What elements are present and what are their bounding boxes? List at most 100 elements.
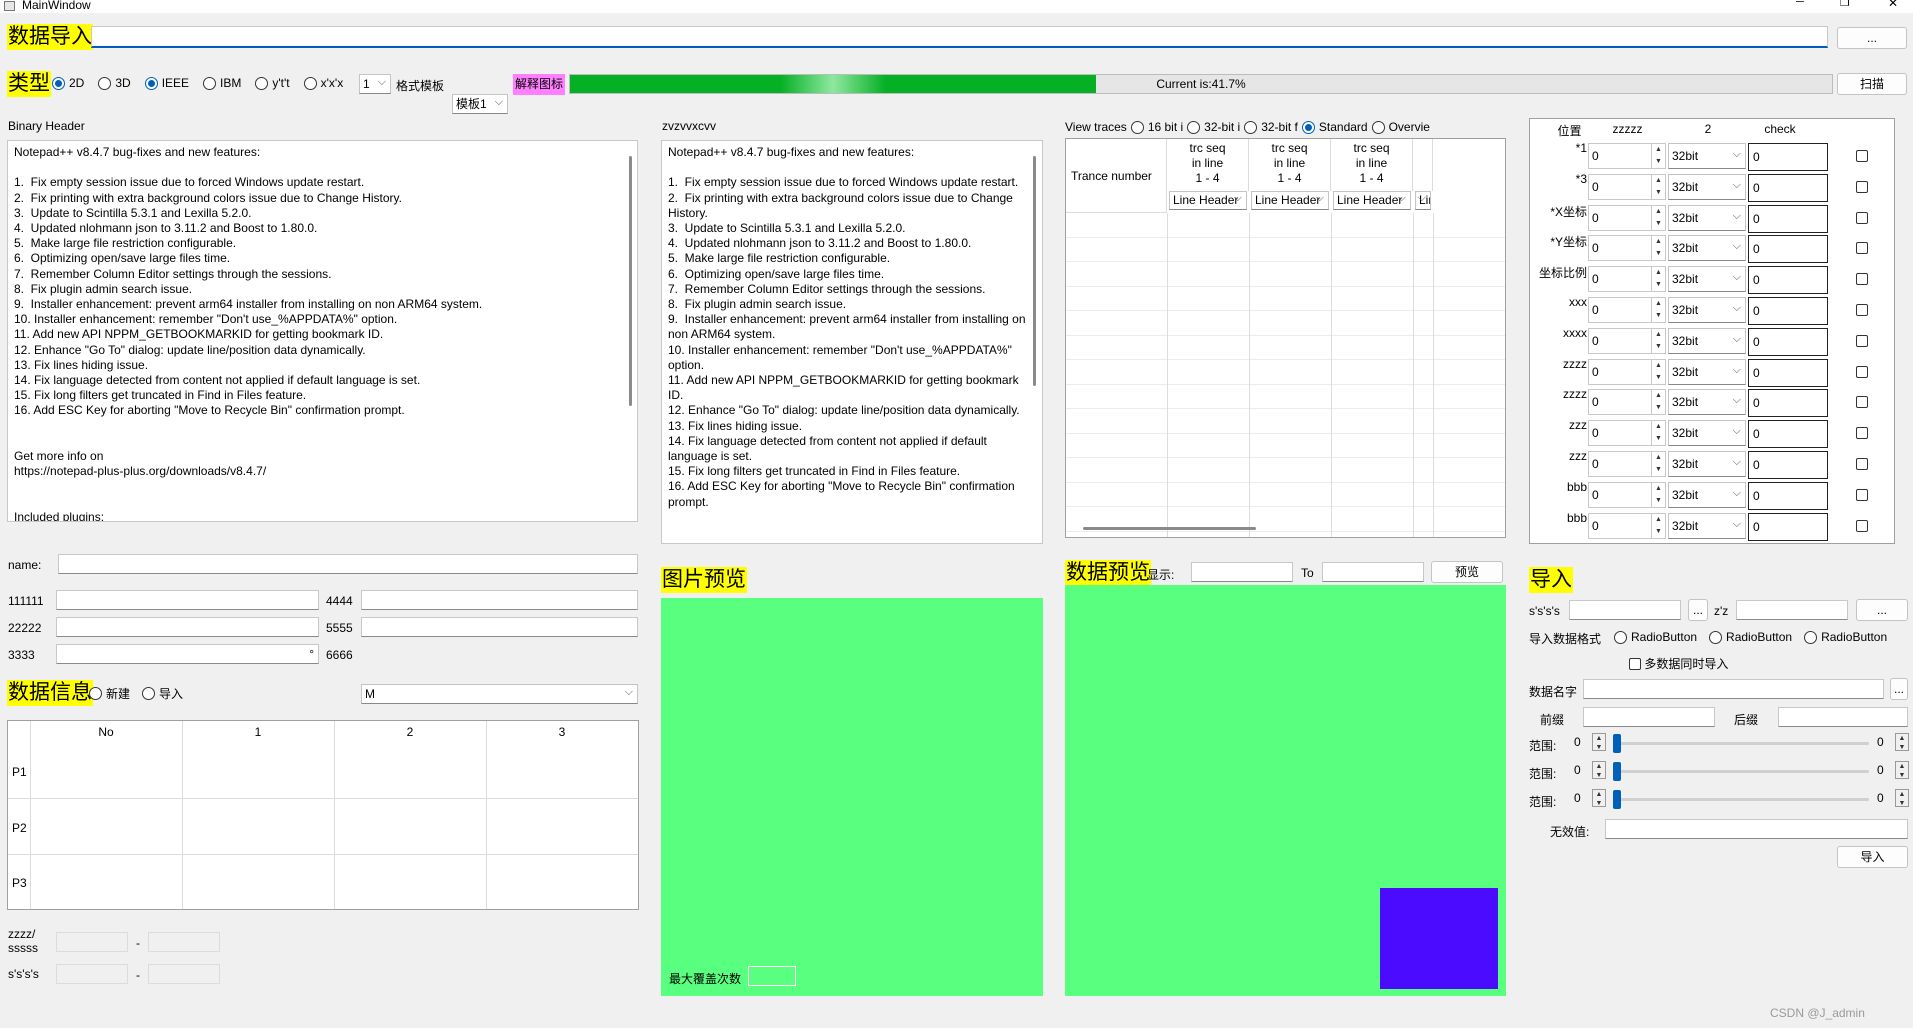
spin-arrows-icon[interactable]: ▲ ▼	[1895, 761, 1909, 779]
spin-arrows-icon[interactable]: ▲ ▼	[1651, 390, 1665, 415]
traces-radio-3-dot[interactable]	[1301, 120, 1315, 134]
params-bits-combo[interactable]: 32bit	[1668, 297, 1746, 323]
spin-arrows-icon[interactable]: ▲ ▼	[1651, 236, 1665, 261]
traces-radio-4[interactable]: Overvie	[1371, 120, 1430, 134]
show-to-input[interactable]	[1322, 562, 1424, 582]
traces-column-header[interactable]	[1413, 139, 1433, 191]
type-radio-5-dot[interactable]	[303, 76, 317, 90]
range-slider-track[interactable]	[1613, 742, 1869, 745]
field-6-combo[interactable]: M	[361, 684, 638, 704]
info-radio-0[interactable]: 新建	[89, 685, 130, 702]
params-position-spin[interactable]: 0 ▲ ▼	[1588, 389, 1666, 416]
spin-arrows-icon[interactable]: ▲ ▼	[1651, 513, 1665, 538]
format-radio-1-dot[interactable]	[1709, 630, 1723, 644]
range-row-from-spin[interactable]: 0 ▲ ▼	[1571, 733, 1606, 753]
s-browse-button[interactable]: ...	[1688, 599, 1708, 621]
params-bits-combo[interactable]: 32bit	[1668, 389, 1746, 416]
spin-arrows-icon[interactable]: ▲ ▼	[1651, 267, 1665, 292]
range-1-to[interactable]	[148, 932, 220, 952]
z-browse-button[interactable]: ...	[1856, 599, 1908, 621]
type-radio-4-dot[interactable]	[255, 76, 269, 90]
params-check[interactable]	[1856, 427, 1868, 440]
range-slider-handle[interactable]	[1613, 762, 1621, 781]
import-path-input[interactable]	[91, 26, 1828, 48]
range-2-from[interactable]	[56, 964, 128, 984]
format-radio-0[interactable]: RadioButton	[1614, 630, 1697, 644]
count-combo[interactable]: 1	[359, 74, 391, 94]
params-value-input[interactable]: 0	[1748, 327, 1828, 356]
traces-column-header[interactable]: trc seq in line 1 - 4	[1331, 139, 1413, 191]
template-combo[interactable]: 模板1	[452, 94, 508, 114]
range-row-to-spin[interactable]: 0 ▲ ▼	[1874, 761, 1909, 781]
params-value-input[interactable]: 0	[1748, 420, 1828, 449]
traces-radio-2[interactable]: 32-bit f	[1244, 120, 1298, 134]
params-table[interactable]: 位置zzzzz2check*10▲ ▼32bit0*30▲ ▼32bit0*X坐…	[1529, 118, 1895, 544]
minimize-icon[interactable]: ─	[1796, 0, 1804, 8]
traces-table[interactable]: Trance number trc seq in line 1 - 4 Line H…	[1065, 138, 1506, 538]
traces-column-header[interactable]: trc seq in line 1 - 4	[1167, 139, 1249, 191]
info-row-header[interactable]: P2	[12, 821, 27, 835]
spin-arrows-icon[interactable]: ▲ ▼	[1651, 359, 1665, 384]
info-row-header[interactable]: P1	[12, 765, 27, 779]
binary-header-text[interactable]: Notepad++ v8.4.7 bug-fixes and new featu…	[7, 140, 638, 522]
params-value-input[interactable]: 0	[1748, 451, 1828, 479]
range-1-from[interactable]	[56, 932, 128, 952]
spin-arrows-icon[interactable]: ▲ ▼	[1651, 144, 1665, 168]
params-bits-combo[interactable]: 32bit	[1668, 512, 1746, 539]
params-bits-combo[interactable]: 32bit	[1668, 327, 1746, 354]
close-icon[interactable]: ✕	[1888, 0, 1898, 10]
traces-hscroll[interactable]	[1083, 527, 1256, 530]
info-row-header[interactable]: P3	[12, 876, 27, 890]
suffix-input[interactable]	[1778, 707, 1908, 727]
type-radio-3-dot[interactable]	[203, 76, 217, 90]
info-radio-1-dot[interactable]	[142, 687, 156, 700]
traces-column-combo[interactable]: Line	[1415, 191, 1431, 210]
format-radio-0-dot[interactable]	[1614, 630, 1627, 644]
overlay-count-input[interactable]	[748, 966, 796, 986]
info-column-header[interactable]: No	[30, 725, 182, 739]
type-radio-4[interactable]: y't't	[255, 76, 290, 90]
spin-arrows-icon[interactable]: ▲ ▼	[1651, 174, 1665, 199]
second-panel-text[interactable]: Notepad++ v8.4.7 bug-fixes and new featu…	[661, 140, 1043, 544]
type-radio-2[interactable]: IEEE	[144, 76, 189, 90]
params-bits-combo[interactable]: 32bit	[1668, 358, 1746, 385]
params-position-spin[interactable]: 0 ▲ ▼	[1588, 512, 1666, 539]
params-value-input[interactable]: 0	[1748, 297, 1828, 325]
range-2-to[interactable]	[148, 964, 220, 984]
field-4-input[interactable]	[361, 590, 638, 610]
params-value-input[interactable]: 0	[1748, 512, 1828, 541]
traces-radio-4-dot[interactable]	[1371, 120, 1385, 134]
spin-arrows-icon[interactable]: ▲ ▼	[1895, 789, 1909, 807]
params-value-input[interactable]: 0	[1748, 389, 1828, 418]
prefix-input[interactable]	[1583, 707, 1715, 727]
params-check[interactable]	[1856, 273, 1868, 286]
params-value-input[interactable]: 0	[1748, 358, 1828, 387]
binary-header-scrollbar[interactable]	[629, 156, 632, 406]
spin-arrows-icon[interactable]: ▲ ▼	[1592, 789, 1606, 807]
range-row-from-spin[interactable]: 0 ▲ ▼	[1571, 761, 1606, 781]
info-radio-0-dot[interactable]	[89, 687, 102, 700]
params-bits-combo[interactable]: 32bit	[1668, 173, 1746, 200]
params-bits-combo[interactable]: 32bit	[1668, 420, 1746, 447]
params-position-spin[interactable]: 0 ▲ ▼	[1588, 358, 1666, 385]
type-radio-3[interactable]: IBM	[203, 76, 241, 90]
params-position-spin[interactable]: 0 ▲ ▼	[1588, 235, 1666, 262]
name-input[interactable]	[58, 554, 638, 574]
spin-arrows-icon[interactable]: ▲ ▼	[1592, 733, 1606, 751]
z-input[interactable]	[1736, 600, 1848, 620]
params-check[interactable]	[1856, 211, 1868, 224]
field-2-input[interactable]	[56, 617, 319, 637]
traces-column-combo[interactable]: Line Header	[1333, 191, 1411, 210]
range-slider-handle[interactable]	[1613, 734, 1621, 753]
params-position-spin[interactable]: 0 ▲ ▼	[1588, 173, 1666, 200]
format-radio-2-dot[interactable]	[1804, 630, 1818, 644]
type-radio-2-dot[interactable]	[144, 76, 158, 90]
field-1-input[interactable]	[56, 590, 319, 610]
params-bits-combo[interactable]: 32bit	[1668, 235, 1746, 262]
spin-arrows-icon[interactable]: ▲ ▼	[1651, 452, 1665, 476]
params-value-input[interactable]: 0	[1748, 204, 1828, 233]
params-value-input[interactable]: 0	[1748, 173, 1828, 202]
params-check[interactable]	[1856, 242, 1868, 255]
data-info-table[interactable]: No 1 2 3 P1 P2 P3	[7, 720, 639, 910]
params-value-input[interactable]: 0	[1748, 143, 1828, 171]
